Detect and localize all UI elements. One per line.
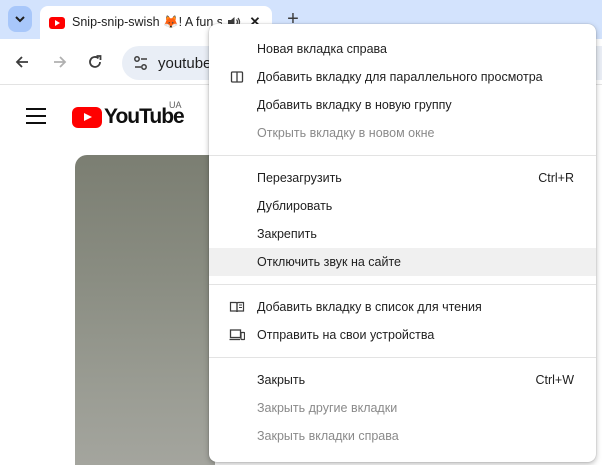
forward-arrow-icon bbox=[54, 56, 67, 68]
back-arrow-icon bbox=[15, 56, 28, 68]
tab-title: Snip-snip-swish 🦊! A fun s bbox=[72, 15, 222, 29]
youtube-logo[interactable]: YouTube bbox=[72, 105, 185, 129]
menu-item-pin[interactable]: Закрепить bbox=[209, 220, 596, 248]
devices-icon bbox=[229, 329, 245, 341]
back-button[interactable] bbox=[10, 50, 34, 74]
shortcut-reload: Ctrl+R bbox=[538, 171, 574, 185]
video-player[interactable] bbox=[75, 155, 215, 465]
menu-item-send-to-devices[interactable]: Отправить на свои устройства bbox=[209, 321, 596, 349]
tab-search-button[interactable] bbox=[8, 6, 32, 32]
menu-item-open-new-window[interactable]: Открыть вкладку в новом окне bbox=[209, 119, 596, 147]
menu-separator bbox=[209, 357, 596, 358]
youtube-play-icon bbox=[72, 106, 102, 128]
country-code: UA bbox=[169, 100, 182, 110]
menu-item-close-tabs-right[interactable]: Закрыть вкладки справа bbox=[209, 422, 596, 450]
reload-icon bbox=[89, 55, 102, 68]
youtube-favicon-icon bbox=[49, 16, 65, 29]
menu-item-new-tab-right[interactable]: Новая вкладка справа bbox=[209, 35, 596, 63]
split-view-icon bbox=[230, 71, 244, 83]
hamburger-menu-icon[interactable] bbox=[26, 108, 46, 124]
chevron-down-icon bbox=[15, 16, 25, 23]
menu-separator bbox=[209, 155, 596, 156]
reading-list-icon bbox=[229, 301, 245, 313]
menu-item-new-group[interactable]: Добавить вкладку в новую группу bbox=[209, 91, 596, 119]
menu-separator bbox=[209, 284, 596, 285]
url-text: youtube bbox=[158, 55, 212, 72]
reload-button[interactable] bbox=[83, 50, 107, 74]
tab-context-menu: Новая вкладка справа Добавить вкладку дл… bbox=[209, 24, 596, 462]
menu-item-close[interactable]: Закрыть Ctrl+W bbox=[209, 366, 596, 394]
menu-item-reading-list[interactable]: Добавить вкладку в список для чтения bbox=[209, 293, 596, 321]
menu-item-reload[interactable]: Перезагрузить Ctrl+R bbox=[209, 164, 596, 192]
shortcut-close: Ctrl+W bbox=[535, 373, 574, 387]
site-settings-icon[interactable] bbox=[131, 53, 151, 73]
menu-item-close-other-tabs[interactable]: Закрыть другие вкладки bbox=[209, 394, 596, 422]
forward-button[interactable] bbox=[48, 50, 72, 74]
menu-item-split-view[interactable]: Добавить вкладку для параллельного просм… bbox=[209, 63, 596, 91]
menu-item-mute-site[interactable]: Отключить звук на сайте bbox=[209, 248, 596, 276]
menu-item-duplicate[interactable]: Дублировать bbox=[209, 192, 596, 220]
